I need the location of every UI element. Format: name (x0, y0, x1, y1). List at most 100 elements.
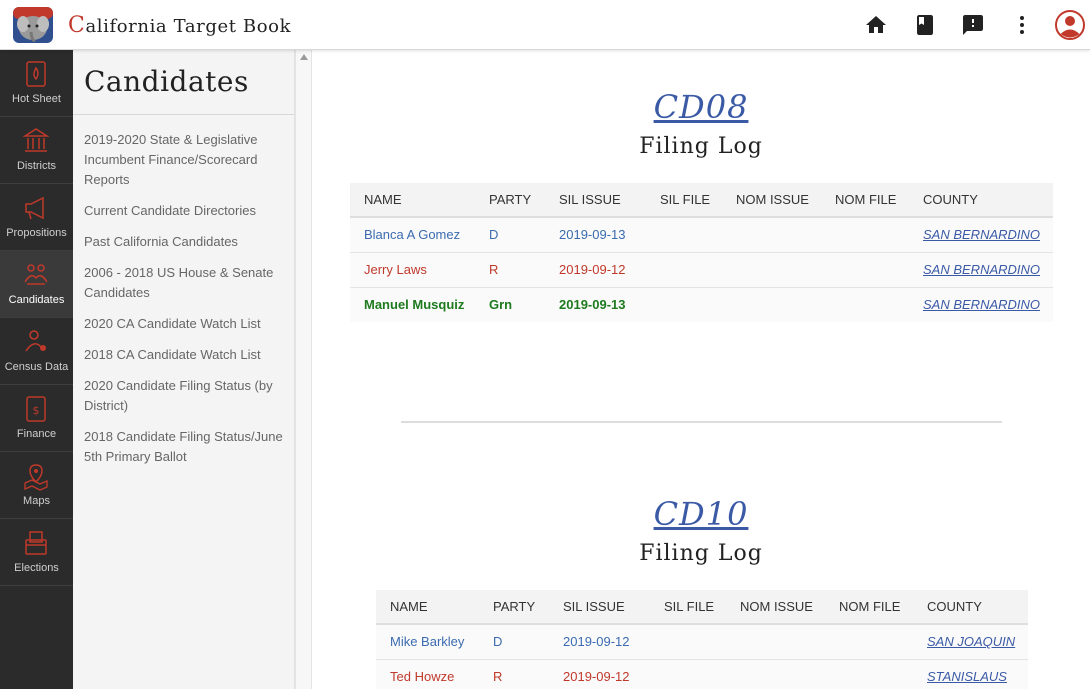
sil-file-date (650, 624, 726, 660)
sil-file-date (646, 252, 722, 288)
brand-suffix: Target Book (173, 16, 292, 37)
rail-item-hot-sheet[interactable]: Hot Sheet (0, 50, 73, 117)
table-header-row: NAME PARTY SIL ISSUE SIL FILE NOM ISSUE … (376, 590, 1028, 625)
candidate-party: R (479, 659, 549, 689)
column-header-name: NAME (376, 590, 479, 625)
county-link[interactable]: SAN BERNARDINO (909, 287, 1053, 322)
book-icon[interactable] (913, 13, 937, 37)
rail-item-label: Hot Sheet (12, 93, 61, 105)
rail-item-elections[interactable]: Elections (0, 519, 73, 586)
side-menu-title: Candidates (84, 65, 249, 98)
side-menu-link-2018-watch-list[interactable]: 2018 CA Candidate Watch List (84, 345, 284, 365)
candidate-name[interactable]: Ted Howze (376, 659, 479, 689)
sil-issue-date: 2019-09-13 (545, 287, 646, 322)
county-link[interactable]: SAN BERNARDINO (909, 252, 1053, 288)
nom-file-date (821, 287, 909, 322)
nom-issue-date (726, 624, 825, 660)
rail-item-census-data[interactable]: Census Data (0, 318, 73, 385)
column-header-nom-file: NOM FILE (825, 590, 913, 625)
candidate-name[interactable]: Jerry Laws (350, 252, 475, 288)
hot-sheet-icon (22, 59, 50, 89)
maps-icon (22, 461, 50, 491)
rail-item-label: Candidates (8, 294, 65, 306)
sil-issue-date: 2019-09-12 (545, 252, 646, 288)
nom-file-date (825, 659, 913, 689)
rail-item-label: Districts (16, 160, 57, 172)
top-bar: California Target Book (0, 0, 1090, 50)
candidate-name[interactable]: Manuel Musquiz (350, 287, 475, 322)
rail-item-propositions[interactable]: Propositions (0, 184, 73, 251)
county-link[interactable]: STANISLAUS (913, 659, 1028, 689)
brand-name: alifornia (85, 16, 168, 37)
brand-title[interactable]: California Target Book (68, 13, 291, 38)
candidate-party: R (475, 252, 545, 288)
rail-item-label: Finance (16, 428, 57, 440)
candidate-party: D (475, 217, 545, 253)
side-menu-link-current-directories[interactable]: Current Candidate Directories (84, 201, 284, 221)
side-menu-scrollbar[interactable] (295, 50, 312, 689)
elections-icon (22, 528, 50, 558)
candidates-side-menu: Candidates 2019-2020 State & Legislative… (73, 50, 295, 689)
nom-file-date (821, 252, 909, 288)
side-menu-link-2020-watch-list[interactable]: 2020 CA Candidate Watch List (84, 314, 284, 334)
side-menu-link-2020-filing-status[interactable]: 2020 Candidate Filing Status (by Distric… (84, 376, 284, 416)
home-icon[interactable] (864, 13, 888, 37)
candidate-name[interactable]: Mike Barkley (376, 624, 479, 660)
rail-item-districts[interactable]: Districts (0, 117, 73, 184)
elephant-logo-icon[interactable] (12, 6, 54, 44)
feedback-icon[interactable] (961, 13, 985, 37)
column-header-party: PARTY (475, 183, 545, 218)
section-divider (401, 421, 1002, 423)
candidate-name[interactable]: Blanca A Gomez (350, 217, 475, 253)
rail-item-candidates[interactable]: Candidates (0, 251, 73, 318)
brand-initial: C (68, 13, 86, 38)
district-link-cd10[interactable]: CD10 (312, 495, 1090, 533)
side-menu-link-2018-filing-status[interactable]: 2018 Candidate Filing Status/June 5th Pr… (84, 427, 284, 467)
scroll-up-arrow-icon[interactable] (300, 54, 308, 60)
sil-file-date (646, 217, 722, 253)
county-link[interactable]: SAN JOAQUIN (913, 624, 1028, 660)
propositions-icon (22, 193, 50, 223)
rail-item-maps[interactable]: Maps (0, 452, 73, 519)
side-menu-divider (73, 114, 294, 115)
filing-log-table-cd08: NAME PARTY SIL ISSUE SIL FILE NOM ISSUE … (350, 183, 1053, 322)
left-nav-rail: Hot Sheet Districts Propositions Candida… (0, 50, 73, 689)
table-row: Mike Barkley D 2019-09-12 SAN JOAQUIN (376, 624, 1028, 660)
candidate-party: Grn (475, 287, 545, 322)
table-row: Ted Howze R 2019-09-12 STANISLAUS (376, 659, 1028, 689)
table-row: Manuel Musquiz Grn 2019-09-13 SAN BERNAR… (350, 287, 1053, 322)
county-link[interactable]: SAN BERNARDINO (909, 217, 1053, 253)
column-header-county: COUNTY (909, 183, 1053, 218)
column-header-sil-file: SIL FILE (650, 590, 726, 625)
column-header-name: NAME (350, 183, 475, 218)
main-content: CD08 Filing Log NAME PARTY SIL ISSUE SIL… (312, 50, 1090, 689)
rail-item-label: Census Data (4, 361, 69, 373)
nom-issue-date (722, 252, 821, 288)
nom-issue-date (722, 217, 821, 253)
rail-item-label: Maps (23, 495, 50, 507)
side-menu-link-past-candidates[interactable]: Past California Candidates (84, 232, 284, 252)
filing-log-title: Filing Log (639, 134, 763, 159)
svg-text:$: $ (33, 404, 40, 417)
filing-log-title: Filing Log (639, 541, 763, 566)
census-data-icon (22, 327, 50, 357)
nom-issue-date (726, 659, 825, 689)
table-row: Jerry Laws R 2019-09-12 SAN BERNARDINO (350, 252, 1053, 288)
column-header-sil-issue: SIL ISSUE (549, 590, 650, 625)
rail-item-finance[interactable]: $ Finance (0, 385, 73, 452)
column-header-sil-issue: SIL ISSUE (545, 183, 646, 218)
column-header-county: COUNTY (913, 590, 1028, 625)
side-menu-link-us-house-senate[interactable]: 2006 - 2018 US House & Senate Candidates (84, 263, 284, 303)
column-header-nom-issue: NOM ISSUE (726, 590, 825, 625)
account-icon[interactable] (1055, 10, 1085, 40)
rail-item-label: Propositions (6, 227, 67, 239)
more-vert-icon[interactable] (1010, 13, 1034, 37)
nom-file-date (821, 217, 909, 253)
sil-file-date (650, 659, 726, 689)
side-menu-link-finance-reports[interactable]: 2019-2020 State & Legislative Incumbent … (84, 130, 284, 190)
candidate-party: D (479, 624, 549, 660)
sil-issue-date: 2019-09-12 (549, 624, 650, 660)
table-header-row: NAME PARTY SIL ISSUE SIL FILE NOM ISSUE … (350, 183, 1053, 218)
district-link-cd08[interactable]: CD08 (312, 88, 1090, 126)
nom-issue-date (722, 287, 821, 322)
